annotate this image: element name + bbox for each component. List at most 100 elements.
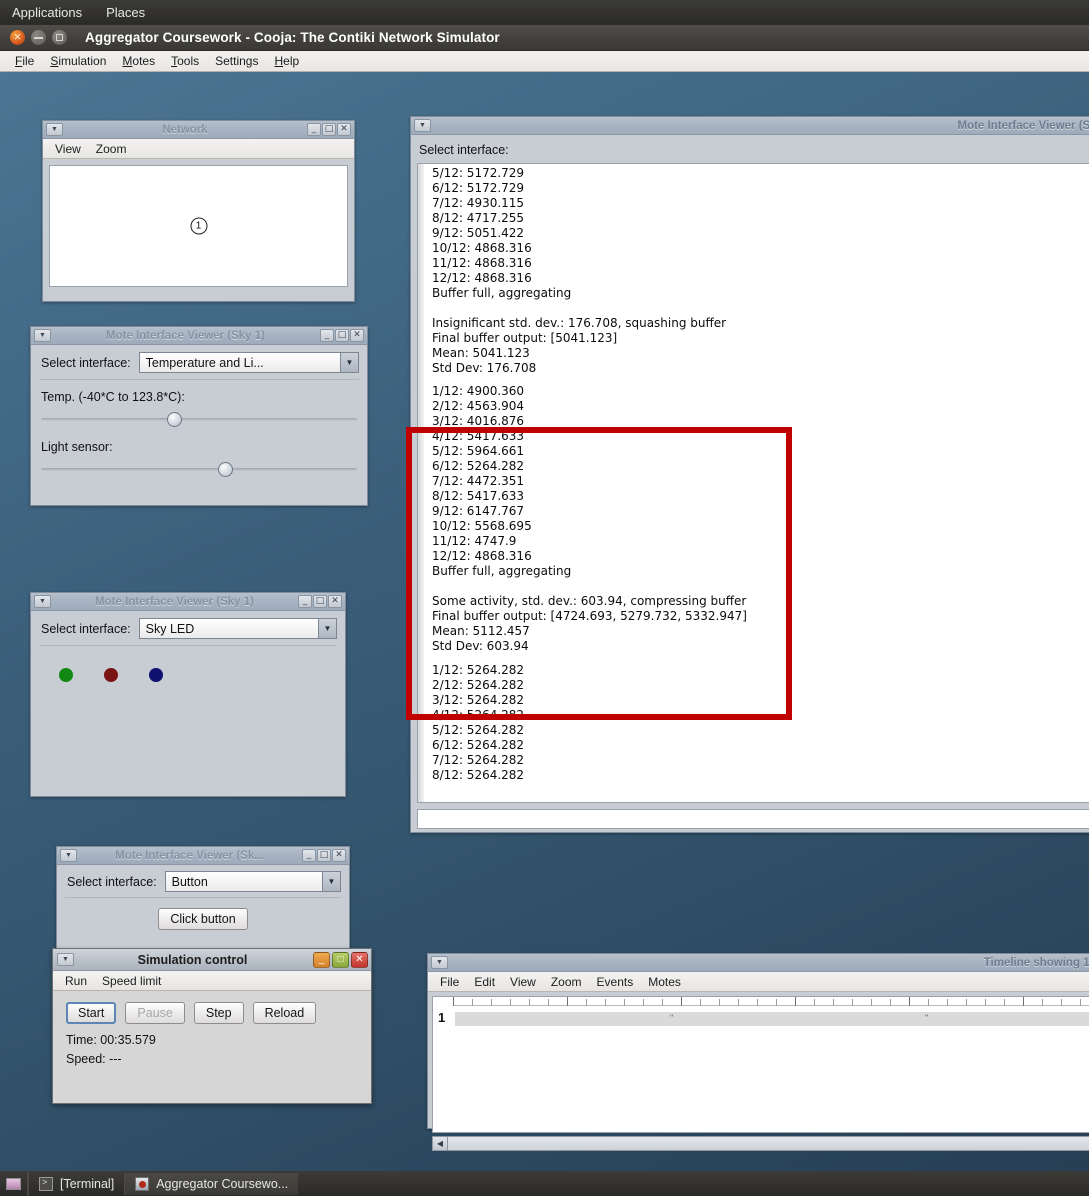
timeline-menu-edit[interactable]: Edit bbox=[468, 974, 501, 990]
timeline-tick bbox=[548, 999, 549, 1006]
network-window[interactable]: ▼ Network _ □ ✕ View Zoom 1 bbox=[42, 120, 355, 302]
miv-temp-titlebar: ▼ Mote Interface Viewer (Sky 1) _ □ ✕ bbox=[31, 327, 367, 345]
scroll-left-icon[interactable]: ◀ bbox=[433, 1137, 448, 1150]
taskbar-item-terminal[interactable]: [Terminal] bbox=[28, 1172, 124, 1195]
window-menu-icon[interactable]: ▼ bbox=[46, 123, 63, 136]
pause-button: Pause bbox=[125, 1002, 185, 1024]
close-icon[interactable] bbox=[10, 27, 25, 47]
interface-select[interactable]: Temperature and Li... ▼ bbox=[138, 352, 359, 373]
mote-interface-viewer-temperature-window[interactable]: ▼ Mote Interface Viewer (Sky 1) _ □ ✕ Se… bbox=[30, 326, 368, 506]
timeline-tick bbox=[1061, 999, 1062, 1006]
window-menu-icon[interactable]: ▼ bbox=[414, 119, 431, 132]
close-icon[interactable]: ✕ bbox=[351, 951, 368, 968]
menu-motes[interactable]: Motes bbox=[115, 52, 162, 70]
maximize-icon[interactable]: □ bbox=[322, 123, 336, 136]
network-canvas[interactable]: 1 bbox=[49, 165, 348, 287]
close-icon[interactable]: ✕ bbox=[328, 595, 342, 608]
light-slider[interactable] bbox=[41, 458, 357, 480]
step-button[interactable]: Step bbox=[193, 1002, 244, 1024]
timeline-menu-file[interactable]: File bbox=[434, 974, 465, 990]
close-icon[interactable]: ✕ bbox=[350, 329, 364, 342]
interface-select[interactable]: Sky LED ▼ bbox=[138, 618, 337, 639]
miv-button-select-row: Select interface: Button ▼ bbox=[57, 865, 349, 897]
reload-button[interactable]: Reload bbox=[252, 1002, 317, 1024]
menu-file[interactable]: FFileile bbox=[8, 52, 41, 70]
chevron-down-icon[interactable]: ▼ bbox=[340, 353, 358, 372]
show-desktop-icon[interactable] bbox=[0, 1171, 28, 1196]
maximize-icon[interactable] bbox=[52, 30, 67, 45]
simulation-control-title: Simulation control bbox=[137, 952, 248, 967]
network-menu-view[interactable]: View bbox=[49, 141, 87, 157]
taskbar-item-cooja-label: Aggregator Coursewo... bbox=[156, 1176, 289, 1191]
network-menu-zoom[interactable]: Zoom bbox=[90, 141, 133, 157]
minimize-icon[interactable]: _ bbox=[307, 123, 321, 136]
mote-interface-viewer-button-window[interactable]: ▼ Mote Interface Viewer (Sk... _ □ ✕ Sel… bbox=[56, 846, 350, 962]
temperature-slider-knob[interactable] bbox=[167, 412, 183, 427]
maximize-icon[interactable]: □ bbox=[317, 849, 331, 862]
timeline-tick bbox=[567, 997, 568, 1006]
network-title: Network bbox=[162, 123, 208, 136]
minimize-icon[interactable]: _ bbox=[320, 329, 334, 342]
light-slider-knob[interactable] bbox=[217, 462, 233, 477]
window-menu-icon[interactable]: ▼ bbox=[431, 956, 448, 969]
maximize-icon[interactable]: □ bbox=[335, 329, 349, 342]
maximize-icon[interactable]: □ bbox=[313, 595, 327, 608]
miv-temp-select-row: Select interface: Temperature and Li... … bbox=[31, 345, 367, 379]
log-command-input[interactable] bbox=[417, 809, 1089, 829]
close-icon[interactable]: ✕ bbox=[337, 123, 351, 136]
select-interface-label: Select interface: bbox=[67, 874, 157, 889]
minimize-icon[interactable] bbox=[31, 30, 46, 45]
click-button[interactable]: Click button bbox=[158, 908, 248, 930]
minimize-icon[interactable]: _ bbox=[298, 595, 312, 608]
window-menu-icon[interactable]: ▼ bbox=[60, 849, 77, 862]
taskbar-item-cooja[interactable]: Aggregator Coursewo... bbox=[124, 1172, 299, 1195]
timeline-menu-view[interactable]: View bbox=[504, 974, 542, 990]
timeline-horizontal-scrollbar[interactable]: ◀ bbox=[432, 1136, 1089, 1151]
menu-simulation[interactable]: Simulation bbox=[43, 52, 113, 70]
window-menu-icon[interactable]: ▼ bbox=[34, 595, 51, 608]
timeline-titlebar: ▼ Timeline showing 1 m bbox=[428, 954, 1089, 972]
timeline-mote-row[interactable]: " " bbox=[455, 1012, 1089, 1026]
light-sensor-label: Light sensor: bbox=[41, 440, 113, 454]
simulation-control-window[interactable]: ▼ Simulation control _ □ ✕ Run Speed lim… bbox=[52, 948, 372, 1104]
chevron-down-icon[interactable]: ▼ bbox=[318, 619, 336, 638]
timeline-tick bbox=[1042, 999, 1043, 1006]
mote-interface-viewer-log-window[interactable]: ▼ Mote Interface Viewer (Sky Select inte… bbox=[410, 116, 1089, 833]
applications-menu[interactable]: Applications bbox=[8, 3, 86, 22]
places-menu[interactable]: Places bbox=[102, 3, 149, 22]
minimize-icon[interactable]: _ bbox=[313, 951, 330, 968]
timeline-menu-zoom[interactable]: Zoom bbox=[545, 974, 588, 990]
timeline-window[interactable]: ▼ Timeline showing 1 m File Edit View Zo… bbox=[427, 953, 1089, 1151]
timeline-tick bbox=[510, 999, 511, 1006]
temperature-label: Temp. (-40*C to 123.8*C): bbox=[41, 390, 185, 404]
timeline-tick bbox=[491, 999, 492, 1006]
menu-help[interactable]: Help bbox=[267, 52, 306, 70]
timeline-tick bbox=[643, 999, 644, 1006]
log-scroll-pane[interactable]: 5/12: 5172.729 6/12: 5172.729 7/12: 4930… bbox=[417, 163, 1089, 803]
chevron-down-icon[interactable]: ▼ bbox=[322, 872, 340, 891]
close-icon[interactable]: ✕ bbox=[332, 849, 346, 862]
timeline-menu-events[interactable]: Events bbox=[591, 974, 640, 990]
miv-log-title: Mote Interface Viewer (Sky bbox=[957, 119, 1089, 132]
maximize-icon[interactable]: □ bbox=[332, 951, 349, 968]
simctl-menu-speed-limit[interactable]: Speed limit bbox=[96, 973, 167, 989]
timeline-menu-motes[interactable]: Motes bbox=[642, 974, 687, 990]
timeline-canvas[interactable]: 1 " " bbox=[432, 996, 1089, 1133]
minimize-icon[interactable]: _ bbox=[302, 849, 316, 862]
window-menu-icon[interactable]: ▼ bbox=[57, 953, 74, 966]
timeline-ruler bbox=[453, 997, 1089, 1006]
interface-select[interactable]: Button ▼ bbox=[164, 871, 341, 892]
start-button[interactable]: Start bbox=[66, 1002, 117, 1024]
mote-interface-viewer-led-window[interactable]: ▼ Mote Interface Viewer (Sky 1) _ □ ✕ Se… bbox=[30, 592, 346, 797]
simctl-menu-run[interactable]: Run bbox=[59, 973, 93, 989]
mote-node-1[interactable]: 1 bbox=[190, 217, 207, 235]
menu-settings[interactable]: Settings bbox=[208, 52, 265, 70]
blue-led bbox=[149, 668, 163, 682]
cooja-titlebar: Aggregator Coursework - Cooja: The Conti… bbox=[0, 25, 1089, 51]
select-interface-label: Select interface: bbox=[41, 355, 131, 370]
window-menu-icon[interactable]: ▼ bbox=[34, 329, 51, 342]
temperature-slider[interactable] bbox=[41, 408, 357, 430]
log-text-area[interactable]: 5/12: 5172.729 6/12: 5172.729 7/12: 4930… bbox=[424, 164, 1089, 802]
menu-tools[interactable]: Tools bbox=[164, 52, 206, 70]
scrollbar-thumb[interactable] bbox=[448, 1137, 1089, 1150]
